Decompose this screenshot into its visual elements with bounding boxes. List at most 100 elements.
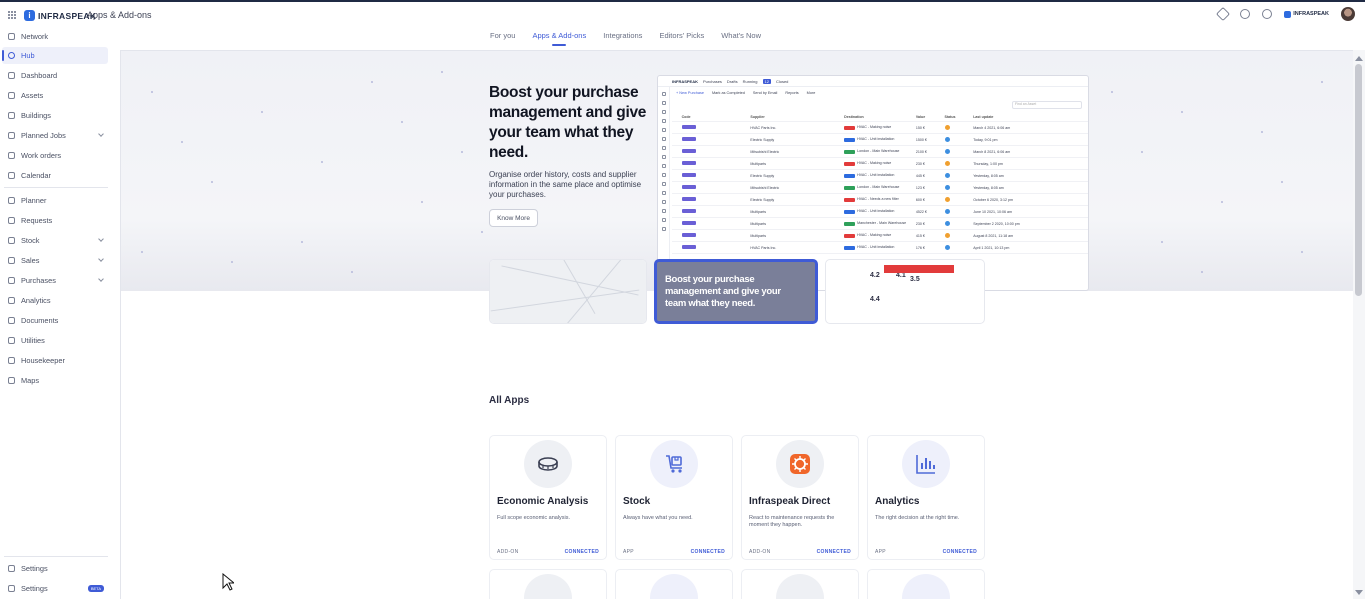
dashboard-icon xyxy=(8,72,15,79)
mockup-table-row: HVAC Parts Inc. HVAC - Unit installation 1… xyxy=(672,242,1088,254)
cell-status xyxy=(944,208,974,215)
sidebar-item-work-orders[interactable]: Work orders xyxy=(2,147,108,164)
sidebar-item-planner[interactable]: Planner xyxy=(2,192,108,209)
org-logo-icon xyxy=(1284,10,1292,18)
tab-editors-picks[interactable]: Editors' Picks xyxy=(659,31,704,46)
chevron-down-icon[interactable] xyxy=(98,131,104,137)
table-cell: 2100 € xyxy=(915,149,927,154)
scroll-down-icon[interactable] xyxy=(1355,590,1363,595)
sidebar-item-sales[interactable]: Sales xyxy=(2,252,108,269)
scroll-up-icon[interactable] xyxy=(1355,56,1363,61)
carousel-slide-active[interactable]: Boost your purchase management and give … xyxy=(654,259,818,324)
mockup-table-row: Multiparts HVAC - Making noise 415 € August… xyxy=(672,230,1088,242)
status-dot xyxy=(944,196,950,202)
sidebar-item-dashboard[interactable]: Dashboard xyxy=(2,67,108,84)
app-card-partial[interactable] xyxy=(741,569,859,599)
sidebar-item-documents[interactable]: Documents xyxy=(2,312,108,329)
chevron-down-icon[interactable] xyxy=(98,256,104,262)
sidebar-item-utilities[interactable]: Utilities xyxy=(2,332,108,349)
documents-icon xyxy=(8,317,15,324)
sidebar-item-analytics[interactable]: Analytics xyxy=(2,292,108,309)
cell-status xyxy=(944,136,974,143)
carousel-slide-kpis[interactable]: 4.2 3.5 4.4 4.1 xyxy=(825,259,985,324)
col-code: Code xyxy=(681,115,691,119)
priority-tag xyxy=(844,161,856,166)
org-switcher[interactable]: INFRASPEAK xyxy=(1284,10,1329,18)
table-cell: October 6 2020, 3:12 pm xyxy=(973,197,1013,202)
carousel-slide-map[interactable] xyxy=(489,259,647,324)
app-card-description: Always have what you need. xyxy=(623,515,693,521)
sidebar-item-settings-beta[interactable]: Settings BETA xyxy=(2,580,108,597)
app-card-partial[interactable] xyxy=(867,569,985,599)
sidebar-item-label: Maps xyxy=(21,376,40,385)
cell-destination: HVAC - Unit installation xyxy=(844,245,916,250)
sidebar-item-network[interactable]: Network xyxy=(2,28,108,45)
tab-whats-now[interactable]: What's Now xyxy=(721,31,761,46)
app-card-partial[interactable] xyxy=(615,569,733,599)
brand-circle-icon xyxy=(902,574,950,599)
table-cell: March 4 2021, 6:06 am xyxy=(973,125,1011,130)
app-card-description: Full scope economic analysis. xyxy=(497,515,571,521)
sidebar-item-label: Network xyxy=(21,32,49,41)
app-card-analytics[interactable]: Analytics The right decision at the righ… xyxy=(867,435,985,560)
table-cell: Multiparts xyxy=(750,209,766,214)
app-card-status: CONNECTED xyxy=(942,549,977,555)
app-card-stock[interactable]: Stock Always have what you need. APP CON… xyxy=(615,435,733,560)
app-card-partial[interactable] xyxy=(489,569,607,599)
cell-status xyxy=(944,172,974,179)
requests-icon xyxy=(8,217,15,224)
apps-grid-icon[interactable] xyxy=(8,11,16,19)
sidebar-item-label: Dashboard xyxy=(21,71,58,80)
app-card-infraspeak-direct[interactable]: Infraspeak Direct React to maintenance r… xyxy=(741,435,859,560)
sidebar-item-purchases[interactable]: Purchases xyxy=(2,272,108,289)
tab-for-you[interactable]: For you xyxy=(490,31,515,46)
sidebar-item-housekeeper[interactable]: Housekeeper xyxy=(2,352,108,369)
sidebar-item-label: Housekeeper xyxy=(21,356,65,365)
table-cell: April 1 2021, 10:13 pm xyxy=(973,245,1010,250)
sidebar-item-label: Settings xyxy=(21,584,48,593)
mockup-table-header: Code Supplier Destination Value Status L… xyxy=(672,113,1088,122)
sidebar-divider xyxy=(4,187,108,188)
rocket-icon[interactable] xyxy=(1216,6,1231,22)
decorative-dot xyxy=(441,71,443,73)
sidebar-item-label: Requests xyxy=(21,216,53,225)
sidebar-item-buildings[interactable]: Buildings xyxy=(2,107,108,124)
sidebar-item-maps[interactable]: Maps xyxy=(2,372,108,389)
help-icon[interactable] xyxy=(1262,9,1273,19)
tab-apps-addons[interactable]: Apps & Add-ons xyxy=(532,31,586,46)
brand-logo[interactable]: i INFRASPEAK xyxy=(24,10,96,21)
sidebar-item-requests[interactable]: Requests xyxy=(2,212,108,229)
cell-destination: HVAC - Making noise xyxy=(844,161,916,166)
know-more-button[interactable]: Know More xyxy=(489,209,538,227)
sidebar-item-hub[interactable]: Hub xyxy=(2,47,108,64)
mockup-reports: Reports xyxy=(785,90,799,95)
app-card-economic-analysis[interactable]: Economic Analysis Full scope economic an… xyxy=(489,435,607,560)
sidebar-item-planned-jobs[interactable]: Planned Jobs xyxy=(2,127,108,144)
decorative-dot xyxy=(261,111,263,113)
sidebar-item-stock[interactable]: Stock xyxy=(2,232,108,249)
tab-integrations[interactable]: Integrations xyxy=(603,31,642,46)
sidebar-item-calendar[interactable]: Calendar xyxy=(2,167,108,184)
code-badge xyxy=(681,149,696,153)
sidebar-item-settings[interactable]: Settings xyxy=(2,560,108,577)
cell-status xyxy=(944,148,974,155)
chevron-down-icon[interactable] xyxy=(98,276,104,282)
page-scrollbar[interactable] xyxy=(1353,50,1365,599)
sidebar-item-assets[interactable]: Assets xyxy=(2,87,108,104)
decorative-dot xyxy=(461,151,463,153)
table-cell: 1500 € xyxy=(915,137,927,142)
pulse-icon xyxy=(776,574,824,599)
table-cell: 4522 € xyxy=(915,209,927,214)
cell-code xyxy=(681,245,703,250)
utilities-icon xyxy=(8,337,15,344)
planner-icon xyxy=(8,197,15,204)
assets-icon xyxy=(8,92,15,99)
avatar[interactable] xyxy=(1341,7,1355,21)
table-cell: 150 € xyxy=(915,125,925,130)
cell-code xyxy=(681,125,703,130)
decorative-dot xyxy=(481,231,483,233)
scrollbar-thumb[interactable] xyxy=(1355,64,1362,296)
bell-icon[interactable] xyxy=(1240,9,1251,19)
chevron-down-icon[interactable] xyxy=(98,236,104,242)
sidebar-item-label: Documents xyxy=(21,316,59,325)
